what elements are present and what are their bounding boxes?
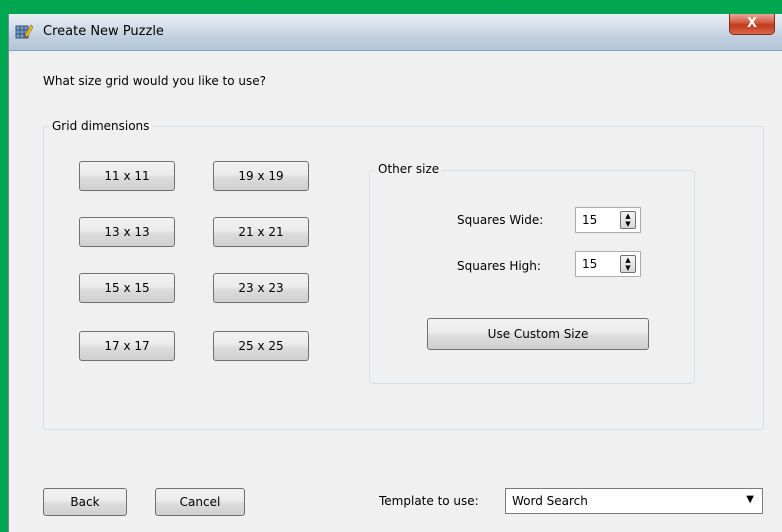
grid-17-button[interactable]: 17 x 17	[79, 331, 175, 361]
squares-wide-value: 15	[582, 213, 598, 227]
spin-arrows-icon[interactable]: ▲ ▼	[620, 255, 636, 273]
grid-19-button[interactable]: 19 x 19	[213, 161, 309, 191]
grid-15-button[interactable]: 15 x 15	[79, 273, 175, 303]
squares-high-label: Squares High:	[457, 259, 541, 273]
create-puzzle-dialog: Create New Puzzle X What size grid would…	[8, 14, 782, 532]
window-title: Create New Puzzle	[43, 24, 164, 39]
title-bar: Create New Puzzle X	[9, 14, 782, 51]
other-size-group	[369, 170, 695, 384]
squares-wide-stepper[interactable]: 15 ▲ ▼	[575, 207, 641, 233]
back-button[interactable]: Back	[43, 488, 127, 516]
squares-high-value: 15	[582, 257, 598, 271]
other-size-label: Other size	[375, 162, 443, 176]
squares-high-stepper[interactable]: 15 ▲ ▼	[575, 251, 641, 277]
close-button[interactable]: X	[729, 14, 775, 35]
use-custom-size-button[interactable]: Use Custom Size	[427, 318, 649, 350]
chevron-down-icon[interactable]: ▼	[746, 494, 754, 505]
template-dropdown[interactable]: Word Search ▼	[505, 488, 763, 514]
grid-25-button[interactable]: 25 x 25	[213, 331, 309, 361]
grid-13-button[interactable]: 13 x 13	[79, 217, 175, 247]
size-prompt: What size grid would you like to use?	[43, 74, 266, 88]
grid-23-button[interactable]: 23 x 23	[213, 273, 309, 303]
puzzle-pencil-icon	[15, 24, 33, 39]
grid-dimensions-label: Grid dimensions	[49, 119, 153, 133]
template-value: Word Search	[512, 494, 588, 508]
spin-arrows-icon[interactable]: ▲ ▼	[620, 211, 636, 229]
cancel-button[interactable]: Cancel	[155, 488, 245, 516]
template-label: Template to use:	[379, 494, 479, 508]
squares-wide-label: Squares Wide:	[457, 213, 544, 227]
grid-11-button[interactable]: 11 x 11	[79, 161, 175, 191]
grid-21-button[interactable]: 21 x 21	[213, 217, 309, 247]
